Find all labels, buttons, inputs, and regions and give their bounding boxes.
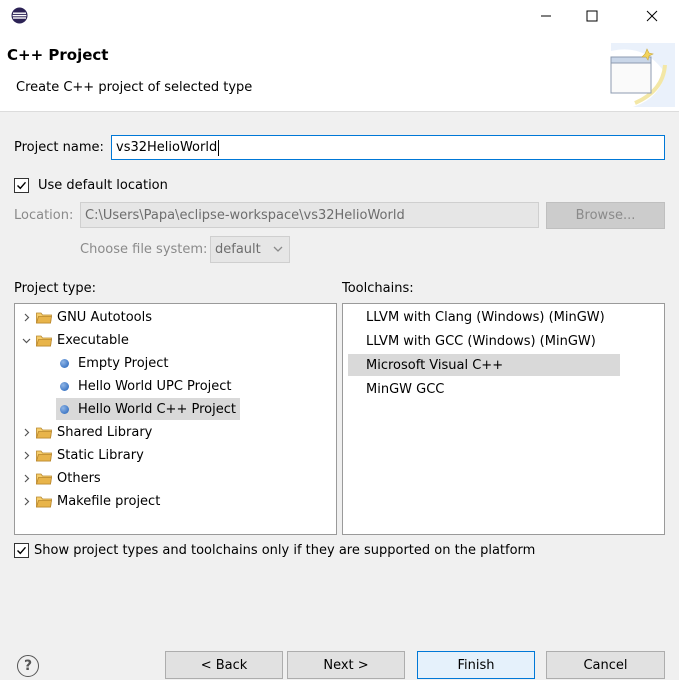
file-system-label: Choose file system:	[80, 242, 208, 257]
folder-icon	[35, 449, 52, 462]
maximize-icon	[586, 10, 598, 21]
folder-open-icon	[35, 334, 52, 347]
toolchain-item[interactable]: LLVM with GCC (Windows) (MinGW)	[348, 330, 596, 352]
folder-icon	[35, 311, 52, 324]
tree-leaf-item[interactable]: Hello World UPC Project	[15, 375, 232, 397]
tree-folder-item[interactable]: GNU Autotools	[15, 306, 152, 328]
use-default-location-label: Use default location	[38, 178, 168, 193]
use-default-location-checkbox[interactable]	[14, 178, 29, 193]
text-caret	[218, 139, 220, 156]
close-button[interactable]	[629, 0, 675, 31]
tree-item-label: Empty Project	[78, 355, 169, 371]
toolchains-list[interactable]: LLVM with Clang (Windows) (MinGW) LLVM wi…	[342, 303, 665, 535]
page-title: C++ Project	[7, 46, 109, 64]
tree-item-label: Others	[57, 470, 101, 486]
help-icon[interactable]: ?	[17, 655, 39, 677]
chevron-right-icon[interactable]	[20, 311, 32, 323]
checkmark-icon	[17, 181, 27, 190]
tree-folder-item[interactable]: Makefile project	[15, 490, 160, 512]
project-template-icon	[60, 381, 69, 391]
tree-item-label: Executable	[57, 332, 129, 348]
project-name-input[interactable]: vs32HelioWorld	[111, 135, 665, 160]
project-name-label: Project name:	[14, 140, 104, 155]
toolchain-item-label: MinGW GCC	[366, 381, 445, 397]
project-name-value: vs32HelioWorld	[116, 140, 218, 155]
tree-folder-item[interactable]: Executable	[15, 329, 129, 351]
folder-icon	[35, 495, 52, 508]
tree-folder-item[interactable]: Static Library	[15, 444, 144, 466]
tree-item-label: Hello World UPC Project	[78, 378, 232, 394]
eclipse-icon	[11, 7, 28, 24]
wizard-header: C++ Project Create C++ project of select…	[0, 31, 679, 112]
toolchain-item[interactable]: LLVM with Clang (Windows) (MinGW)	[348, 306, 605, 328]
checkmark-icon	[17, 546, 27, 555]
tree-leaf-item[interactable]: Hello World C++ Project	[15, 398, 240, 420]
next-button[interactable]: Next >	[287, 651, 405, 679]
chevron-down-icon	[273, 246, 283, 252]
back-button[interactable]: < Back	[165, 651, 283, 679]
folder-icon	[35, 426, 52, 439]
project-template-icon	[60, 404, 69, 414]
tree-folder-item[interactable]: Shared Library	[15, 421, 152, 443]
toolchain-item-label: Microsoft Visual C++	[366, 357, 504, 373]
close-icon	[646, 10, 658, 21]
chevron-right-icon[interactable]	[20, 472, 32, 484]
toolchain-item-label: LLVM with GCC (Windows) (MinGW)	[366, 333, 596, 349]
toolchain-item[interactable]: Microsoft Visual C++	[348, 354, 620, 376]
location-label: Location:	[14, 208, 74, 223]
filter-supported-checkbox[interactable]	[14, 543, 29, 558]
minimize-button[interactable]	[523, 0, 569, 31]
location-value: C:\Users\Papa\eclipse-workspace\vs32Heli…	[85, 207, 405, 223]
toolchain-item[interactable]: MinGW GCC	[348, 378, 444, 400]
location-input[interactable]: C:\Users\Papa\eclipse-workspace\vs32Heli…	[80, 202, 539, 228]
filter-supported-label: Show project types and toolchains only i…	[34, 543, 536, 558]
minimize-icon	[541, 15, 551, 16]
tree-item-label: Makefile project	[57, 493, 161, 509]
chevron-right-icon[interactable]	[20, 426, 32, 438]
maximize-button[interactable]	[569, 0, 615, 31]
chevron-down-icon[interactable]	[20, 334, 32, 346]
chevron-right-icon[interactable]	[20, 449, 32, 461]
project-template-icon	[60, 358, 69, 368]
tree-item-label: Hello World C++ Project	[78, 401, 236, 417]
file-system-value: default	[215, 242, 261, 257]
finish-button[interactable]: Finish	[417, 651, 535, 679]
page-description: Create C++ project of selected type	[16, 80, 253, 95]
title-bar	[0, 0, 679, 31]
project-type-label: Project type:	[14, 281, 97, 296]
chevron-right-icon[interactable]	[20, 495, 32, 507]
project-type-tree[interactable]: GNU Autotools Executable Empty Project Hell…	[14, 303, 337, 535]
wizard-banner-icon	[610, 43, 675, 107]
cancel-button[interactable]: Cancel	[546, 651, 665, 679]
tree-leaf-item[interactable]: Empty Project	[15, 352, 169, 374]
tree-folder-item[interactable]: Others	[15, 467, 101, 489]
toolchain-item-label: LLVM with Clang (Windows) (MinGW)	[366, 309, 605, 325]
selection-highlight: Hello World C++ Project	[56, 398, 240, 420]
browse-button[interactable]: Browse...	[546, 202, 665, 229]
tree-item-label: Shared Library	[57, 424, 153, 440]
toolchains-label: Toolchains:	[342, 281, 414, 296]
tree-item-label: Static Library	[57, 447, 144, 463]
tree-item-label: GNU Autotools	[57, 309, 153, 325]
folder-icon	[35, 472, 52, 485]
file-system-select[interactable]: default	[210, 236, 290, 263]
